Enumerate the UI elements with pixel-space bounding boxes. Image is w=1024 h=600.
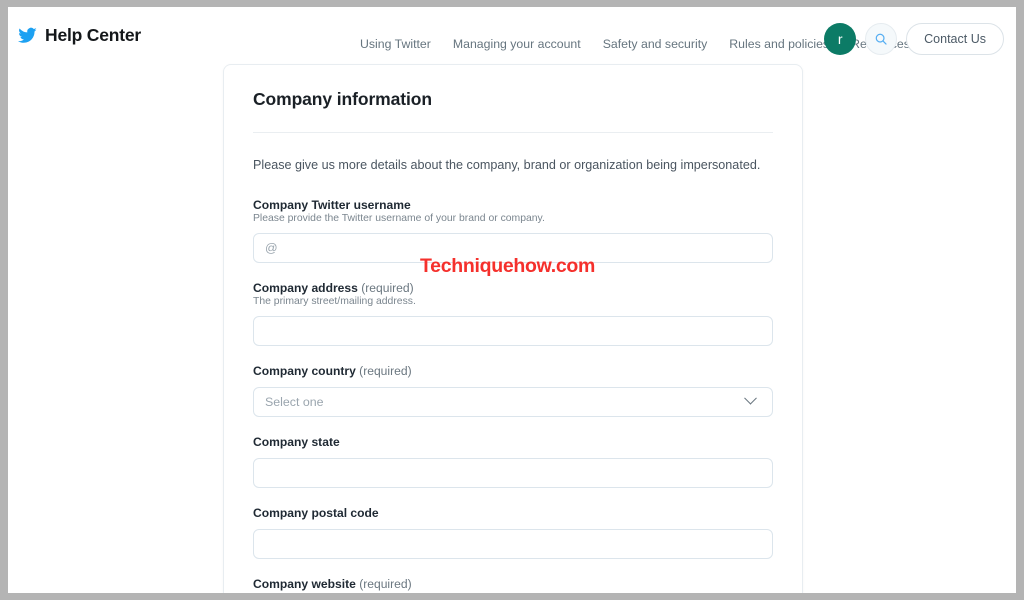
field-required-marker: (required) bbox=[355, 364, 412, 379]
field-required-marker: (required) bbox=[355, 577, 412, 592]
field-label-text: Company postal code bbox=[253, 506, 379, 521]
field-label: Company country (required) bbox=[253, 364, 773, 378]
field-label: Company postal code bbox=[253, 506, 773, 520]
search-icon bbox=[875, 33, 887, 45]
nav-label: Managing your account bbox=[452, 37, 581, 51]
nav-label: Rules and policies bbox=[729, 37, 830, 51]
field-required-marker: (required) bbox=[357, 281, 414, 296]
nav-label: Safety and security bbox=[602, 37, 708, 51]
field-label-text: Company address bbox=[253, 281, 358, 296]
company-postal-code-input[interactable] bbox=[253, 529, 773, 560]
field-company-country: Company country (required) Select one bbox=[253, 364, 773, 418]
nav-item-rules-and-policies[interactable]: Rules and policies bbox=[729, 37, 829, 51]
avatar[interactable]: r bbox=[824, 23, 857, 55]
company-state-input[interactable] bbox=[253, 458, 773, 489]
input-placeholder: @ bbox=[265, 241, 278, 256]
brand-logo-link[interactable]: Help Center bbox=[18, 25, 141, 46]
field-label-text: Company Twitter username bbox=[253, 198, 411, 213]
company-twitter-username-input[interactable]: @ bbox=[253, 233, 773, 264]
nav-label: Using Twitter bbox=[360, 37, 431, 51]
field-label-text: Company country bbox=[253, 364, 356, 379]
field-company-twitter-username: Company Twitter username Please provide … bbox=[253, 198, 773, 264]
field-company-postal-code: Company postal code bbox=[253, 506, 773, 560]
chevron-down-icon bbox=[744, 391, 757, 405]
site-header: Help Center Using Twitter Managing your … bbox=[8, 7, 1016, 70]
company-country-select[interactable]: Select one bbox=[253, 387, 773, 418]
search-button[interactable] bbox=[865, 23, 898, 55]
field-label-text: Company website bbox=[253, 577, 356, 592]
field-label-text: Company state bbox=[253, 435, 340, 450]
field-label: Company address (required) bbox=[253, 281, 773, 295]
title-divider bbox=[253, 132, 773, 133]
header-actions: r Contact Us bbox=[824, 23, 1004, 55]
page-title: Company information bbox=[253, 89, 432, 109]
contact-us-button[interactable]: Contact Us bbox=[906, 23, 1004, 55]
field-label: Company Twitter username bbox=[253, 198, 773, 212]
help-center-page: Help Center Using Twitter Managing your … bbox=[8, 7, 1016, 593]
field-label: Company website (required) bbox=[253, 577, 773, 591]
field-hint: The primary street/mailing address. bbox=[253, 296, 416, 308]
contact-us-label: Contact Us bbox=[924, 32, 986, 46]
field-company-address: Company address (required) The primary s… bbox=[253, 281, 773, 347]
company-address-input[interactable] bbox=[253, 316, 773, 347]
twitter-bird-icon bbox=[18, 26, 37, 45]
select-placeholder: Select one bbox=[265, 395, 324, 410]
field-company-website: Company website (required) https:// bbox=[253, 577, 773, 593]
brand-label: Help Center bbox=[45, 25, 142, 45]
field-company-state: Company state bbox=[253, 435, 773, 489]
nav-item-managing-your-account[interactable]: Managing your account bbox=[453, 37, 581, 51]
field-label: Company state bbox=[253, 435, 773, 449]
card-intro-text: Please give us more details about the co… bbox=[253, 158, 761, 172]
nav-item-using-twitter[interactable]: Using Twitter bbox=[360, 37, 431, 51]
field-hint: Please provide the Twitter username of y… bbox=[253, 213, 545, 225]
screenshot-frame: Help Center Using Twitter Managing your … bbox=[0, 0, 1024, 600]
avatar-initial: r bbox=[837, 31, 843, 47]
nav-item-safety-and-security[interactable]: Safety and security bbox=[603, 37, 708, 51]
company-information-card: Company information Please give us more … bbox=[223, 64, 803, 593]
